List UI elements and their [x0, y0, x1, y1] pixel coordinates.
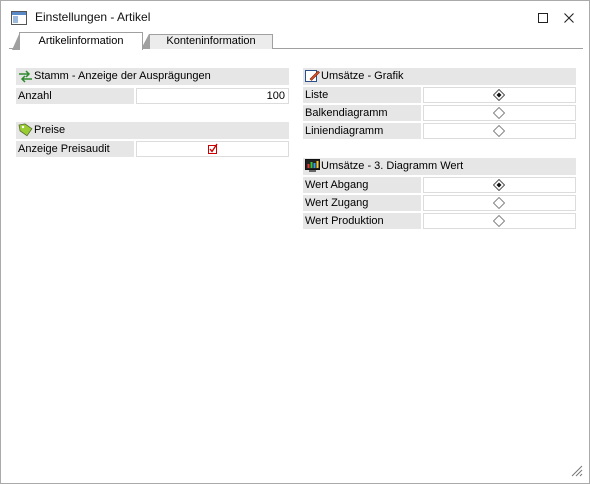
arrows-icon — [19, 70, 32, 83]
window-title: Einstellungen - Artikel — [35, 10, 151, 24]
prop-row-wert-abgang: Wert Abgang — [303, 177, 576, 193]
tab-label: Konteninformation — [166, 35, 256, 47]
settings-window: Einstellungen - Artikel Artikelinformati… — [0, 0, 590, 484]
radio-selected-icon[interactable] — [493, 179, 505, 191]
prop-row-wert-zugang: Wert Zugang — [303, 195, 576, 211]
prop-label: Wert Abgang — [303, 177, 421, 193]
chart-edit-icon — [305, 70, 320, 82]
radio-unselected-icon[interactable] — [493, 215, 505, 227]
tab-bar: Artikelinformation Konteninformation — [9, 32, 583, 50]
prop-label: Wert Produktion — [303, 213, 421, 229]
prop-row-liste: Liste — [303, 87, 576, 103]
balkendiagramm-radio-cell[interactable] — [423, 105, 576, 121]
group-header-grafik: Umsätze - Grafik — [303, 68, 576, 85]
group-header-preise: Preise — [16, 122, 289, 139]
monitor-chart-icon — [305, 159, 320, 172]
prop-label: Liste — [303, 87, 421, 103]
group-title: Umsätze - Grafik — [321, 70, 404, 82]
checkbox-checked-icon[interactable] — [207, 143, 219, 155]
anzahl-input[interactable]: 100 — [136, 88, 289, 104]
maximize-button[interactable] — [529, 7, 557, 29]
resize-grip-icon[interactable] — [569, 463, 583, 477]
prop-row-anzahl: Anzahl 100 — [16, 88, 289, 104]
prop-label: Anzeige Preisaudit — [16, 141, 134, 157]
close-button[interactable] — [555, 7, 583, 29]
radio-unselected-icon[interactable] — [493, 125, 505, 137]
liniendiagramm-radio-cell[interactable] — [423, 123, 576, 139]
radio-unselected-icon[interactable] — [493, 107, 505, 119]
wert-zugang-radio-cell[interactable] — [423, 195, 576, 211]
prop-label: Wert Zugang — [303, 195, 421, 211]
title-bar: Einstellungen - Artikel — [1, 1, 589, 33]
tab-artikelinformation[interactable]: Artikelinformation — [12, 32, 143, 50]
group-title: Preise — [34, 124, 66, 136]
prop-row-wert-produktion: Wert Produktion — [303, 213, 576, 229]
prop-label: Balkendiagramm — [303, 105, 421, 121]
radio-unselected-icon[interactable] — [493, 197, 505, 209]
group-title: Umsätze - 3. Diagramm Wert — [321, 160, 464, 172]
prop-row-preisaudit: Anzeige Preisaudit — [16, 141, 289, 157]
wert-produktion-radio-cell[interactable] — [423, 213, 576, 229]
maximize-icon — [538, 13, 548, 23]
preisaudit-checkbox-cell[interactable] — [136, 141, 289, 157]
liste-radio-cell[interactable] — [423, 87, 576, 103]
tab-konteninformation[interactable]: Konteninformation — [141, 34, 273, 49]
tab-label: Artikelinformation — [38, 35, 124, 47]
prop-row-liniendiagramm: Liniendiagramm — [303, 123, 576, 139]
group-header-stamm: Stamm - Anzeige der Ausprägungen — [16, 68, 289, 85]
group-header-diagramm: Umsätze - 3. Diagramm Wert — [303, 158, 576, 175]
prop-label: Anzahl — [16, 88, 134, 104]
prop-label: Liniendiagramm — [303, 123, 421, 139]
price-tag-icon — [18, 123, 33, 137]
wert-abgang-radio-cell[interactable] — [423, 177, 576, 193]
app-window-icon — [11, 11, 27, 25]
prop-row-balkendiagramm: Balkendiagramm — [303, 105, 576, 121]
close-icon — [564, 13, 574, 23]
radio-selected-icon[interactable] — [493, 89, 505, 101]
group-title: Stamm - Anzeige der Ausprägungen — [34, 70, 211, 82]
